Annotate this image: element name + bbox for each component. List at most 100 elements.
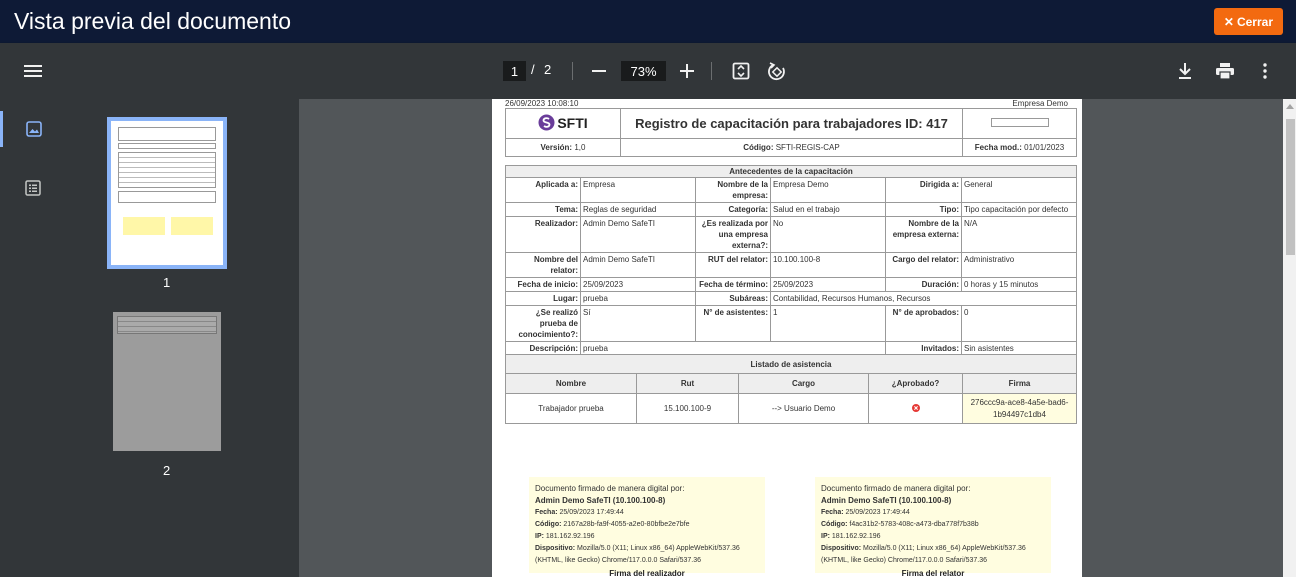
scroll-up-icon[interactable] [1285, 101, 1295, 111]
field-label: Fecha de término: [695, 277, 771, 292]
field-label: Dispositivo: [821, 545, 862, 552]
page-number-input[interactable]: 1 [503, 61, 526, 81]
reject-icon [911, 403, 920, 412]
menu-icon[interactable] [22, 61, 44, 81]
field-value: Tipo capacitación por defecto [961, 202, 1077, 217]
thumbnail-sidebar: 1 2 [0, 99, 299, 577]
close-icon: ✕ [1223, 14, 1234, 29]
signature-title: Firma del relator [901, 569, 965, 577]
toolbar-divider [711, 62, 712, 80]
section-title: Antecedentes de la capacitación [505, 165, 1077, 178]
field-label: Fecha de inicio: [505, 277, 581, 292]
attendee-rut: 15.100.100-9 [636, 393, 739, 424]
version-value: 1,0 [574, 143, 586, 152]
field-value: No [770, 216, 886, 253]
close-button[interactable]: ✕ Cerrar [1213, 8, 1283, 35]
code-value: SFTI-REGIS-CAP [775, 143, 840, 152]
field-label: ¿Se realizó prueba de conocimiento?: [505, 305, 581, 342]
field-label: Código: [535, 521, 562, 528]
field-label: Subáreas: [695, 291, 771, 306]
zoom-in-icon[interactable] [678, 61, 696, 81]
window-title: Vista previa del documento [14, 8, 292, 34]
print-icon[interactable] [1214, 60, 1236, 82]
field-label: Nombre de la empresa: [695, 177, 771, 203]
signature-code: 2167a28b-fa9f-4055-a2e0-80bfbe2e7bfe [563, 521, 690, 528]
download-icon[interactable] [1175, 60, 1195, 82]
field-label: N° de aprobados: [885, 305, 962, 342]
field-value: prueba [580, 291, 696, 306]
field-label: IP: [535, 533, 544, 540]
field-label: Fecha: [535, 509, 558, 516]
thumbnails-tab[interactable] [0, 111, 65, 147]
field-label: Lugar: [505, 291, 581, 306]
field-label: Tipo: [885, 202, 962, 217]
outline-tab[interactable] [0, 170, 65, 206]
signer-name: Admin Demo SafeTI (10.100.100-8) [821, 496, 952, 505]
signature-ip: 181.162.92.196 [831, 533, 881, 540]
field-label: RUT del relator: [695, 252, 771, 278]
field-label: Tema: [505, 202, 581, 217]
mod-date-label: Fecha mod.: [974, 143, 1022, 152]
antecedentes-table: Antecedentes de la capacitación Aplicada… [505, 165, 1077, 356]
code-label: Código: [743, 143, 774, 152]
thumbnail-label: 1 [163, 275, 171, 290]
field-label: IP: [821, 533, 830, 540]
column-header: Firma [962, 373, 1077, 394]
signature-box-realizador: Documento firmado de manera digital por:… [529, 477, 765, 573]
attendee-name: Trabajador prueba [505, 393, 637, 424]
zoom-input[interactable]: 73% [621, 61, 666, 81]
mod-date-value: 01/01/2023 [1024, 143, 1065, 152]
signature-date: 25/09/2023 17:49:44 [845, 509, 910, 516]
attendee-signature: 276ccc9a-ace8-4a5e-bad6-1b94497c1db4 [962, 393, 1077, 424]
document-title: Registro de capacitación para trabajador… [620, 108, 963, 139]
thumbnail-page-1-preview [111, 121, 223, 265]
signature-box-relator: Documento firmado de manera digital por:… [815, 477, 1051, 573]
signature-intro: Documento firmado de manera digital por: [535, 484, 685, 493]
field-label: Realizador: [505, 216, 581, 253]
field-value: Contabilidad, Recursos Humanos, Recursos [770, 291, 1077, 306]
thumbnail-page-1[interactable] [107, 117, 227, 269]
thumbnail-page-2[interactable] [113, 312, 221, 451]
rotate-icon[interactable] [766, 60, 788, 82]
attendance-table: Listado de asistencia Nombre Rut Cargo ¿… [505, 354, 1077, 424]
attendee-cargo: --> Usuario Demo [738, 393, 869, 424]
logo-cell: SFTI [505, 108, 621, 139]
field-label: ¿Es realizada por una empresa externa?: [695, 216, 771, 253]
signer-name: Admin Demo SafeTI (10.100.100-8) [535, 496, 666, 505]
company-header: Empresa Demo [1012, 99, 1068, 108]
field-label: Cargo del relator: [885, 252, 962, 278]
toolbar-divider [572, 62, 573, 80]
fit-page-icon[interactable] [730, 60, 752, 82]
scrollbar-thumb[interactable] [1286, 119, 1295, 255]
field-label: Duración: [885, 277, 962, 292]
signature-ip: 181.162.92.196 [545, 533, 595, 540]
field-label: Nombre del relator: [505, 252, 581, 278]
document-page: 26/09/2023 10:08:10 Empresa Demo SFTI Re… [492, 99, 1082, 577]
approval-box-cell [962, 108, 1077, 139]
field-label: Categoría: [695, 202, 771, 217]
signature-date: 25/09/2023 17:49:44 [559, 509, 624, 516]
field-value: 1 [770, 305, 886, 342]
field-value: 0 [961, 305, 1077, 342]
table-row: Trabajador prueba 15.100.100-9 --> Usuar… [505, 393, 1077, 424]
field-label: Fecha: [821, 509, 844, 516]
title-bar: Vista previa del documento ✕ Cerrar [0, 0, 1296, 43]
more-options-icon[interactable] [1256, 60, 1274, 82]
image-icon [26, 121, 42, 137]
list-icon [24, 180, 41, 196]
approved-cell [868, 393, 963, 424]
field-value: 25/09/2023 [770, 277, 886, 292]
signature-intro: Documento firmado de manera digital por: [821, 484, 971, 493]
zoom-out-icon[interactable] [590, 61, 608, 81]
field-value: N/A [961, 216, 1077, 253]
field-label: Nombre de la empresa externa: [885, 216, 962, 253]
field-value: 25/09/2023 [580, 277, 696, 292]
sfti-logo: SFTI [538, 114, 588, 131]
field-value: Admin Demo SafeTI [580, 252, 696, 278]
field-value: Sí [580, 305, 696, 342]
field-value: Salud en el trabajo [770, 202, 886, 217]
print-timestamp: 26/09/2023 10:08:10 [505, 99, 579, 108]
field-value: Empresa [580, 177, 696, 203]
page-separator: / [531, 62, 535, 77]
signature-title: Firma del realizador [609, 569, 685, 577]
